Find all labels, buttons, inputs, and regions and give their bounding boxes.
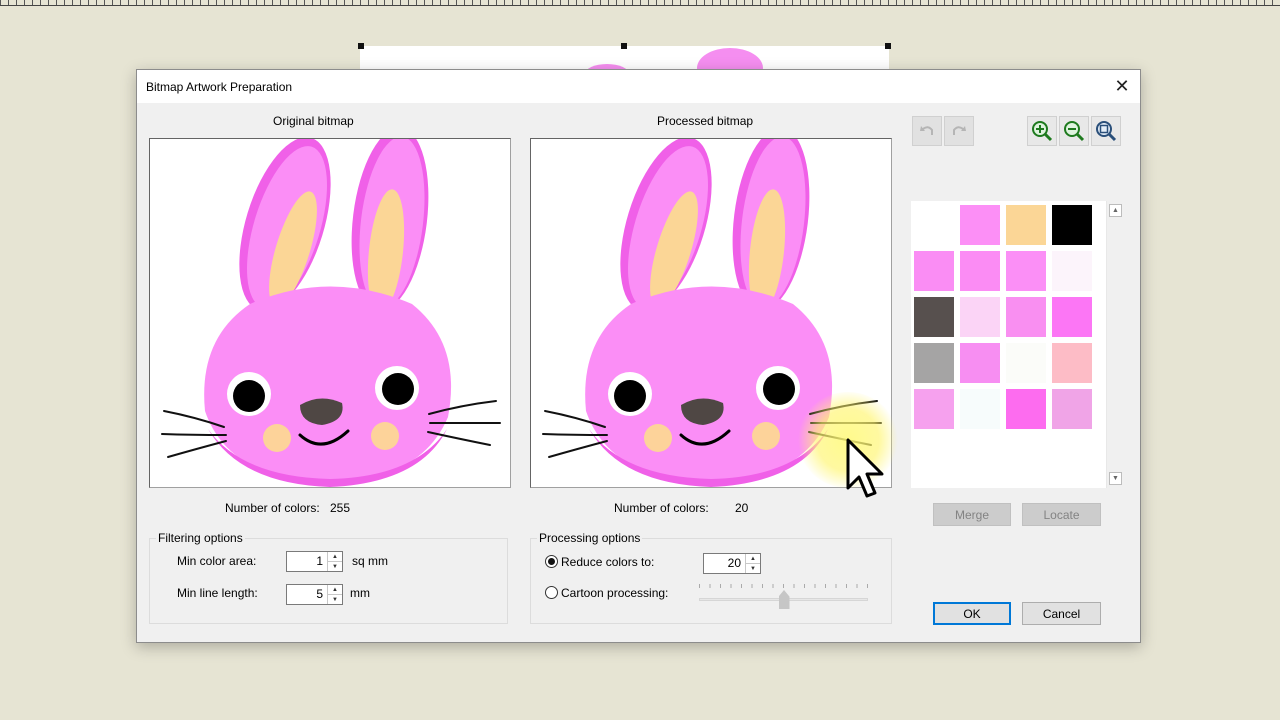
close-icon[interactable]: ✕	[1112, 76, 1132, 97]
color-swatch[interactable]	[1006, 205, 1046, 245]
color-swatch[interactable]	[1006, 343, 1046, 383]
palette-scrollbar[interactable]: ▲ ▼	[1106, 201, 1124, 488]
color-swatch[interactable]	[914, 343, 954, 383]
color-swatch[interactable]	[914, 251, 954, 291]
spin-down-icon[interactable]: ▼	[328, 594, 342, 604]
spin-down-icon[interactable]: ▼	[328, 561, 342, 571]
min-line-length-value[interactable]: 5	[287, 585, 327, 604]
min-color-area-value[interactable]: 1	[287, 552, 327, 571]
original-colors-value: 255	[330, 501, 351, 515]
color-palette	[911, 201, 1124, 488]
color-swatch[interactable]	[960, 251, 1000, 291]
zoom-in-icon	[1032, 121, 1053, 142]
color-swatch[interactable]	[1006, 251, 1046, 291]
reduce-colors-stepper[interactable]: 20 ▲ ▼	[703, 553, 761, 574]
color-swatch[interactable]	[960, 389, 1000, 429]
zoom-in-button[interactable]	[1027, 116, 1057, 146]
zoom-out-button[interactable]	[1059, 116, 1089, 146]
ok-button[interactable]: OK	[933, 602, 1011, 625]
zoom-fit-button[interactable]	[1091, 116, 1121, 146]
color-swatch[interactable]	[1052, 343, 1092, 383]
processed-colors-value: 20	[735, 501, 749, 515]
color-swatch[interactable]	[1006, 297, 1046, 337]
spin-up-icon[interactable]: ▲	[328, 585, 342, 594]
redo-button[interactable]	[944, 116, 974, 146]
spin-up-icon[interactable]: ▲	[746, 554, 760, 563]
processing-options-group: Processing options	[530, 531, 892, 624]
cancel-button[interactable]: Cancel	[1022, 602, 1101, 625]
scroll-up-icon[interactable]: ▲	[1109, 204, 1122, 217]
reduce-colors-value[interactable]: 20	[704, 554, 745, 573]
reduce-colors-radio[interactable]	[545, 555, 558, 568]
undo-icon	[920, 126, 933, 135]
dialog-title: Bitmap Artwork Preparation	[146, 79, 293, 94]
top-ruler	[0, 0, 1280, 6]
original-bitmap-view[interactable]	[149, 138, 511, 488]
color-swatch[interactable]	[960, 343, 1000, 383]
scroll-down-icon[interactable]: ▼	[1109, 472, 1122, 485]
undo-button[interactable]	[912, 116, 942, 146]
color-swatch[interactable]	[1052, 205, 1092, 245]
bunny-artwork	[161, 139, 501, 487]
cartoon-processing-label[interactable]: Cartoon processing:	[561, 586, 668, 600]
color-swatch[interactable]	[960, 205, 1000, 245]
min-color-area-label: Min color area:	[177, 554, 257, 568]
min-line-length-unit: mm	[350, 586, 370, 600]
min-line-length-stepper[interactable]: 5 ▲ ▼	[286, 584, 343, 605]
selection-handle[interactable]	[358, 43, 364, 49]
min-color-area-unit: sq mm	[352, 554, 388, 568]
original-bitmap-heading: Original bitmap	[273, 114, 354, 128]
selection-handle[interactable]	[885, 43, 891, 49]
selection-handle[interactable]	[621, 43, 627, 49]
color-swatch[interactable]	[1006, 389, 1046, 429]
spin-up-icon[interactable]: ▲	[328, 552, 342, 561]
color-swatch[interactable]	[914, 389, 954, 429]
locate-button[interactable]: Locate	[1022, 503, 1101, 526]
redo-icon	[953, 126, 966, 135]
zoom-fit-icon	[1096, 121, 1117, 142]
processing-options-title: Processing options	[537, 531, 643, 545]
reduce-colors-label[interactable]: Reduce colors to:	[561, 555, 654, 569]
color-swatch[interactable]	[960, 297, 1000, 337]
title-bar: Bitmap Artwork Preparation ✕	[137, 70, 1140, 103]
color-swatch[interactable]	[1052, 297, 1092, 337]
original-colors-label: Number of colors:	[225, 501, 320, 515]
min-color-area-stepper[interactable]: 1 ▲ ▼	[286, 551, 343, 572]
bunny-artwork-processed	[542, 139, 882, 487]
zoom-out-icon	[1064, 121, 1085, 142]
min-line-length-label: Min line length:	[177, 586, 258, 600]
merge-button[interactable]: Merge	[933, 503, 1011, 526]
processed-bitmap-view[interactable]	[530, 138, 892, 488]
color-swatch[interactable]	[914, 205, 954, 245]
cartoon-processing-radio[interactable]	[545, 586, 558, 599]
color-swatch[interactable]	[1052, 251, 1092, 291]
filtering-options-title: Filtering options	[156, 531, 245, 545]
processed-colors-label: Number of colors:	[614, 501, 709, 515]
slider-ticks	[699, 584, 868, 588]
color-swatch[interactable]	[914, 297, 954, 337]
spin-down-icon[interactable]: ▼	[746, 563, 760, 573]
processed-bitmap-heading: Processed bitmap	[657, 114, 754, 128]
color-swatch[interactable]	[1052, 389, 1092, 429]
